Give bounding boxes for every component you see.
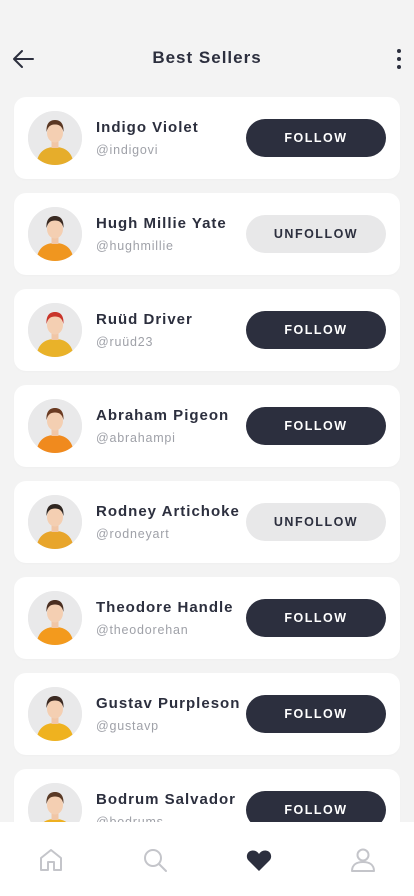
page-title: Best Sellers <box>152 48 262 67</box>
avatar[interactable] <box>28 303 82 357</box>
user-name: Ruüd Driver <box>96 311 193 328</box>
user-handle: @rodneyart <box>96 527 170 541</box>
avatar[interactable] <box>28 399 82 453</box>
tab-profile[interactable] <box>349 846 377 874</box>
user-name: Indigo Violet <box>96 119 199 136</box>
user-card: Rodney Artichoke @rodneyart UNFOLLOW <box>14 481 400 563</box>
avatar[interactable] <box>28 591 82 645</box>
follow-button[interactable]: FOLLOW <box>246 311 386 349</box>
user-card: Hugh Millie Yate @hughmillie UNFOLLOW <box>14 193 400 275</box>
user-name: Gustav Purpleson <box>96 695 241 712</box>
tab-favorites[interactable] <box>245 846 273 874</box>
more-vertical-icon <box>397 49 401 53</box>
follow-button[interactable]: FOLLOW <box>246 599 386 637</box>
user-handle: @abrahampi <box>96 431 176 445</box>
user-handle: @ruüd23 <box>96 335 154 349</box>
user-name: Hugh Millie Yate <box>96 215 227 232</box>
user-card: Indigo Violet @indigovi FOLLOW <box>14 97 400 179</box>
user-handle: @theodorehan <box>96 623 189 637</box>
user-list: Indigo Violet @indigovi FOLLOW Hugh Mill… <box>14 97 400 865</box>
user-card: Gustav Purpleson @gustavp FOLLOW <box>14 673 400 755</box>
user-icon <box>351 848 375 872</box>
user-handle: @gustavp <box>96 719 159 733</box>
follow-button[interactable]: FOLLOW <box>246 407 386 445</box>
home-icon <box>40 849 62 871</box>
heart-icon <box>246 850 272 871</box>
avatar[interactable] <box>28 687 82 741</box>
tab-search[interactable] <box>141 846 169 874</box>
avatar[interactable] <box>28 207 82 261</box>
user-name: Theodore Handle <box>96 599 234 616</box>
avatar[interactable] <box>28 111 82 165</box>
user-name: Rodney Artichoke <box>96 503 240 520</box>
search-icon <box>144 849 167 872</box>
bottom-tab-bar <box>0 822 414 896</box>
follow-button[interactable]: FOLLOW <box>246 119 386 157</box>
user-name: Abraham Pigeon <box>96 407 230 424</box>
user-handle: @indigovi <box>96 143 159 157</box>
tab-home[interactable] <box>37 846 65 874</box>
user-name: Bodrum Salvador <box>96 791 237 808</box>
follow-button[interactable]: FOLLOW <box>246 695 386 733</box>
user-card: Theodore Handle @theodorehan FOLLOW <box>14 577 400 659</box>
more-options-button[interactable] <box>394 46 404 72</box>
user-card: Ruüd Driver @ruüd23 FOLLOW <box>14 289 400 371</box>
avatar[interactable] <box>28 495 82 549</box>
header: Best Sellers <box>0 0 414 96</box>
user-card: Abraham Pigeon @abrahampi FOLLOW <box>14 385 400 467</box>
unfollow-button[interactable]: UNFOLLOW <box>246 215 386 253</box>
user-handle: @hughmillie <box>96 239 174 253</box>
unfollow-button[interactable]: UNFOLLOW <box>246 503 386 541</box>
